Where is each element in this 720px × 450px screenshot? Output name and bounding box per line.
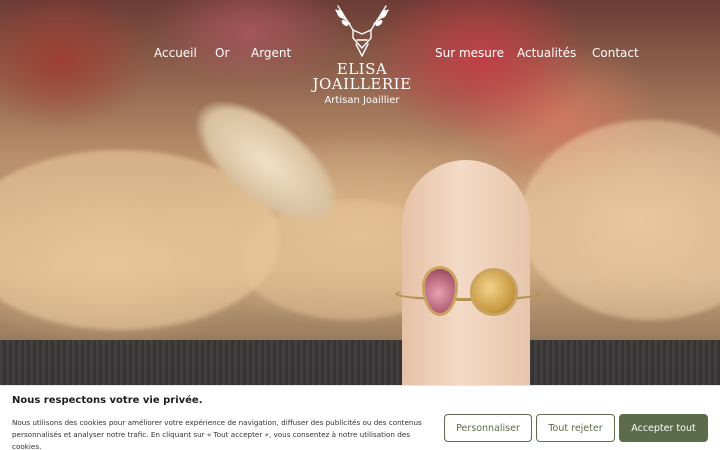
customize-cookies-button[interactable]: Personnaliser (444, 414, 532, 442)
logo-line-2: JOAILLERIE (312, 75, 412, 93)
cookie-description: Nous utilisons des cookies pour améliore… (12, 418, 422, 450)
citrine-gemstone (470, 268, 518, 316)
accept-all-cookies-button[interactable]: Accepter tout (619, 414, 708, 442)
cookie-title: Nous respectons votre vie privée. (12, 395, 203, 406)
reject-all-cookies-button[interactable]: Tout rejeter (536, 414, 615, 442)
site-logo[interactable]: ELISA JOAILLERIE Artisan Joaillier (312, 0, 412, 106)
ring-band (395, 287, 541, 301)
nav-link-argent[interactable]: Argent (251, 46, 291, 60)
cookie-consent-banner: Nous respectons votre vie privée. Nous u… (0, 385, 720, 450)
logo-tagline: Artisan Joaillier (324, 95, 400, 106)
nav-link-accueil[interactable]: Accueil (154, 46, 197, 60)
nav-link-contact[interactable]: Contact (592, 46, 639, 60)
nav-link-actualites[interactable]: Actualités (517, 46, 576, 60)
nav-link-sur-mesure[interactable]: Sur mesure (435, 46, 504, 60)
nav-link-or[interactable]: Or (215, 46, 229, 60)
deer-antler-emblem-icon (335, 5, 389, 57)
